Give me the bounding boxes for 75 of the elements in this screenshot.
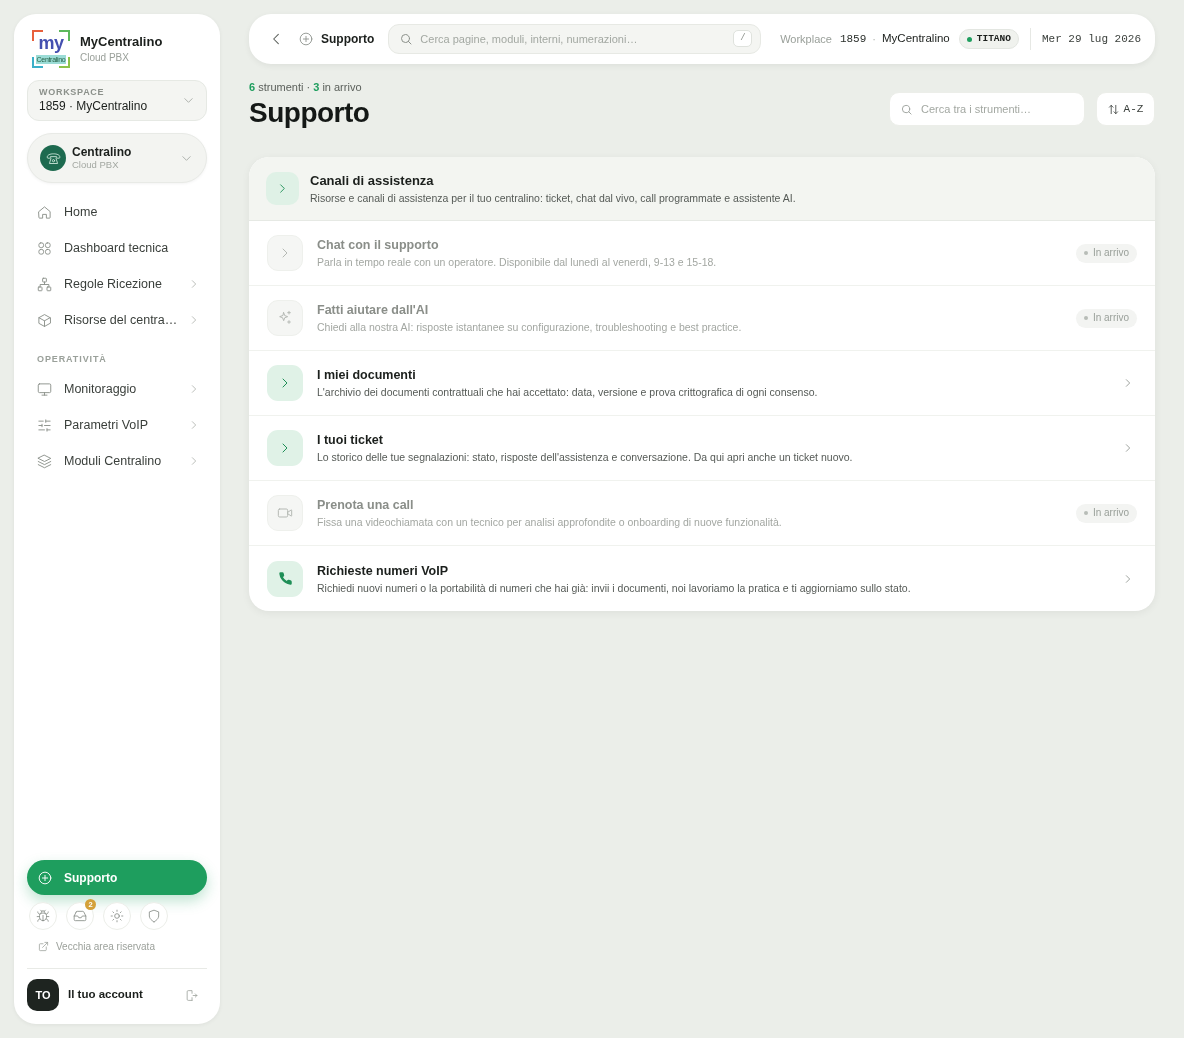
centralino-selector[interactable]: Centralino Cloud PBX bbox=[27, 133, 207, 183]
layers-icon bbox=[37, 453, 52, 469]
account-avatar: TO bbox=[27, 979, 59, 1011]
shield-icon bbox=[147, 909, 161, 923]
date-label: Mer 29 lug 2026 bbox=[1041, 31, 1141, 47]
inbox-icon bbox=[73, 909, 87, 923]
tool-title[interactable]: I miei documenti bbox=[317, 367, 1109, 383]
brand-subtitle: Cloud PBX bbox=[80, 51, 130, 64]
hierarchy-icon bbox=[37, 276, 52, 292]
nav-item[interactable]: Parametri VoIP bbox=[27, 407, 207, 443]
external-link-icon bbox=[38, 941, 49, 952]
tool-description: Parla in tempo reale con un operatore. Disponibile dal lunedì al venerdì, 9-13 e 15-18. bbox=[317, 256, 718, 269]
workplace-number: 1859 bbox=[839, 31, 867, 47]
sort-icon bbox=[1107, 103, 1119, 115]
page-title: Supporto bbox=[249, 96, 370, 130]
plus-circle-icon bbox=[38, 870, 52, 885]
home-icon bbox=[37, 204, 52, 220]
tool-description: Lo storico delle tue segnalazioni: stato, risposte dell'assistenza e conversazione. Da qui apri anche un ticket nuovo. bbox=[317, 451, 854, 464]
monitor-icon bbox=[37, 381, 52, 397]
chevron-right-icon[interactable] bbox=[267, 430, 303, 466]
logout-icon[interactable] bbox=[185, 988, 198, 1002]
workplace-label: Workplace bbox=[780, 31, 832, 47]
brand-name: MyCentralino bbox=[80, 34, 163, 50]
grid-icon bbox=[37, 240, 52, 256]
sort-button[interactable]: A-Z bbox=[1096, 92, 1155, 126]
tool-title: Chat con il supporto bbox=[317, 237, 440, 253]
section-description: Risorse e canali di assistenza per il tuo centralino: ticket, chat dal vivo, call programmate e assistente AI. bbox=[310, 191, 796, 205]
tool-title[interactable]: I tuoi ticket bbox=[317, 432, 1109, 448]
tool-description: L'archivio dei documenti contrattuali che hai accettato: data, versione e prova crittografica di ogni consenso. bbox=[317, 386, 819, 399]
tool-description: Chiedi alla nostra AI: risposte istantanee su configurazione, troubleshooting e best practice. bbox=[317, 321, 743, 334]
tool-title: Prenota una call bbox=[317, 497, 415, 513]
chevron-right-icon[interactable] bbox=[1123, 443, 1133, 453]
tool-title[interactable]: Richieste numeri VoIP bbox=[317, 562, 1109, 579]
tools-summary: 6 strumenti · 3 in arrivo bbox=[249, 80, 363, 94]
shortcut-key: / bbox=[733, 30, 753, 47]
plan-label: TITANO bbox=[976, 31, 1011, 46]
nav-item[interactable]: Monitoraggio bbox=[27, 371, 207, 407]
section-heading: OPERATIVITÀ bbox=[36, 353, 108, 366]
phone-icon[interactable] bbox=[267, 560, 303, 597]
nav-item[interactable]: Risorse del centra… bbox=[27, 302, 207, 338]
separator-dot: · bbox=[872, 31, 876, 47]
chevron-right-icon[interactable] bbox=[1123, 378, 1133, 388]
tool-search-field[interactable]: Cerca tra i strumenti… bbox=[889, 92, 1085, 126]
telephone-avatar-icon bbox=[40, 145, 66, 171]
badge-label: In arrivo bbox=[1092, 507, 1129, 519]
nav-item[interactable]: Dashboard tecnica bbox=[27, 230, 207, 266]
search-icon bbox=[400, 33, 413, 45]
chevron-right-icon[interactable] bbox=[267, 365, 303, 401]
workspace-selector[interactable]: WORKSPACE 1859 · MyCentralino bbox=[27, 80, 207, 121]
breadcrumb-current: Supporto bbox=[321, 31, 375, 48]
badge-label: In arrivo bbox=[1092, 312, 1129, 324]
chevron-right-icon[interactable] bbox=[1123, 573, 1133, 584]
chevron-down-icon bbox=[183, 95, 194, 106]
security-button[interactable] bbox=[140, 902, 168, 930]
account-label: Il tuo account bbox=[68, 987, 144, 1003]
logo-frame-icon bbox=[32, 30, 70, 68]
sun-icon bbox=[110, 909, 124, 923]
tool-description: Richiedi nuovi numeri o la portabilità di numeri che hai già: invii i documenti, noi lavoriamo la pratica e ti aggiorniamo sullo stato. bbox=[317, 581, 912, 595]
search-icon bbox=[901, 104, 912, 115]
nav-item[interactable]: Home bbox=[27, 194, 207, 230]
badge-label: In arrivo bbox=[1092, 247, 1129, 259]
sliders-icon bbox=[37, 417, 52, 433]
logo-text: my bbox=[38, 33, 64, 53]
section-title: Canali di assistenza bbox=[310, 172, 435, 189]
bug-icon bbox=[36, 909, 50, 923]
workplace-name: MyCentralino bbox=[882, 31, 950, 47]
nav-item[interactable]: Moduli Centralino bbox=[27, 443, 207, 479]
nav-item[interactable]: Regole Ricezione bbox=[27, 266, 207, 302]
bug-report-button[interactable] bbox=[29, 902, 57, 930]
plus-circle-icon bbox=[299, 32, 313, 46]
theme-button[interactable] bbox=[103, 902, 131, 930]
tool-title: Fatti aiutare dall'AI bbox=[317, 302, 430, 318]
chevron-right-icon[interactable] bbox=[266, 172, 299, 205]
cube-icon bbox=[37, 312, 52, 328]
tool-description: Fissa una videochiamata con un tecnico per analisi approfondite o onboarding di nuove funzionalità. bbox=[317, 516, 783, 529]
